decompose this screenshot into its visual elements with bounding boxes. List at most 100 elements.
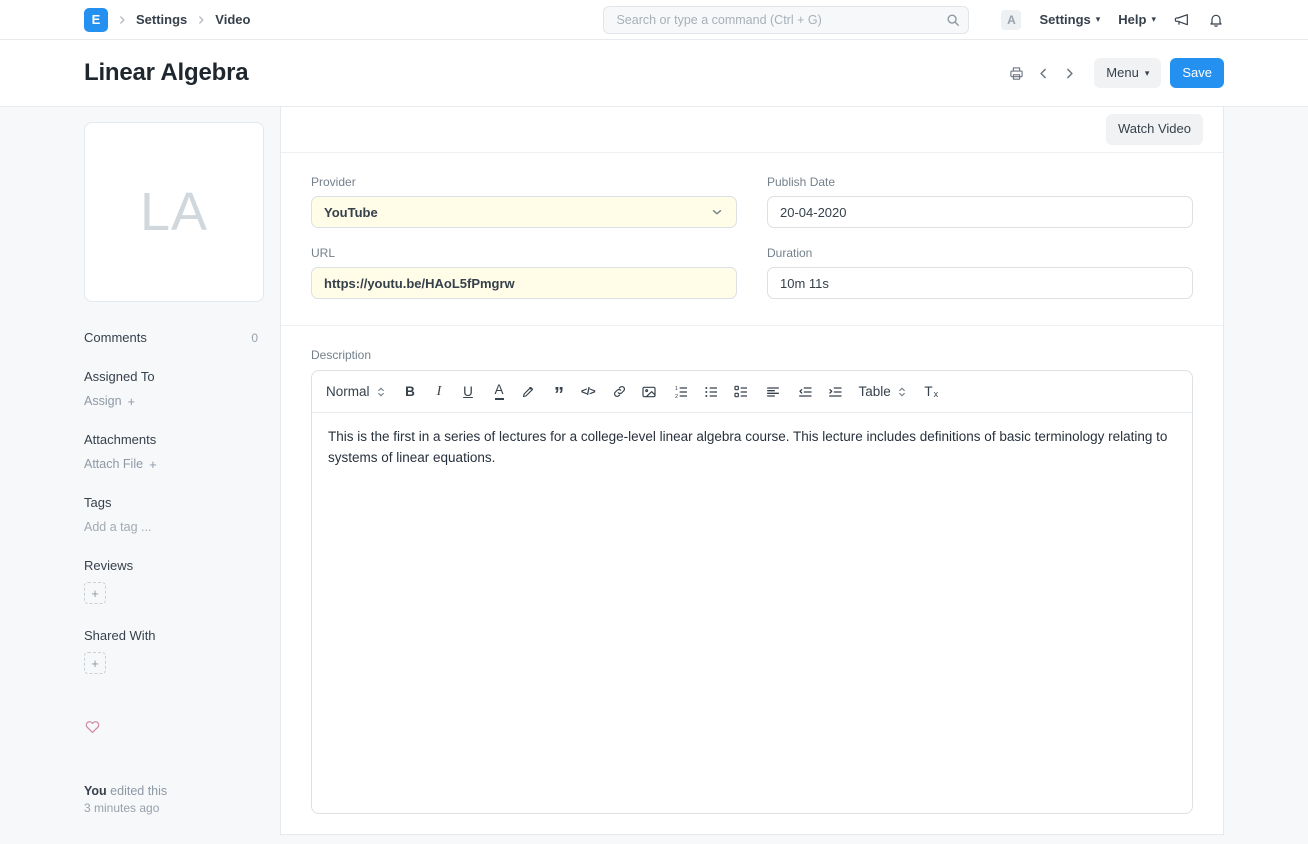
svg-text:2: 2 xyxy=(675,394,678,400)
editor-toolbar: Normal B I U xyxy=(312,371,1192,413)
image-icon[interactable] xyxy=(641,380,657,404)
description-editor-area[interactable]: This is the first in a series of lecture… xyxy=(312,413,1192,813)
url-label: URL xyxy=(311,246,737,260)
up-down-chevrons-icon xyxy=(896,386,908,398)
assign-button[interactable]: Assign + xyxy=(84,394,135,408)
assigned-to-heading: Assigned To xyxy=(84,369,264,384)
prev-document-button[interactable] xyxy=(1034,64,1053,83)
form-sidebar: LA Comments 0 Assigned To Assign + Attac… xyxy=(84,107,264,815)
clear-format-x: x xyxy=(934,389,939,399)
form-card: Watch Video Provider YouTube Pu xyxy=(280,107,1224,835)
url-field: URL xyxy=(311,246,737,299)
clear-format-t: T xyxy=(924,384,932,399)
page-head: Linear Algebra Menu ▾ Save xyxy=(0,40,1308,107)
avatar-letter: A xyxy=(1007,13,1016,27)
highlight-pen-icon[interactable] xyxy=(521,380,536,404)
duration-label: Duration xyxy=(767,246,1193,260)
attach-file-button[interactable]: Attach File + xyxy=(84,457,157,471)
up-down-chevrons-icon xyxy=(375,386,387,398)
comments-count: 0 xyxy=(251,331,258,345)
add-tag-input[interactable] xyxy=(84,520,264,534)
checklist-icon[interactable] xyxy=(733,380,749,404)
caret-down-icon: ▾ xyxy=(1151,15,1156,24)
last-edited-info: You edited this 3 minutes ago xyxy=(84,784,264,815)
text-color-icon[interactable]: A xyxy=(492,380,507,404)
description-section: Description Normal B xyxy=(281,326,1223,844)
plus-icon: + xyxy=(91,656,99,671)
comments-link[interactable]: Comments 0 xyxy=(84,330,264,345)
rich-text-editor: Normal B I U xyxy=(311,370,1193,814)
provider-value: YouTube xyxy=(324,205,378,220)
search-input[interactable] xyxy=(603,6,969,34)
settings-menu-label: Settings xyxy=(1039,12,1090,27)
save-button[interactable]: Save xyxy=(1170,58,1224,88)
video-details-section: Provider YouTube Publish Date xyxy=(281,153,1223,326)
app-window: E Settings Video A Settings xyxy=(0,0,1308,835)
url-input[interactable] xyxy=(311,267,737,299)
menu-button[interactable]: Menu ▾ xyxy=(1094,58,1161,88)
global-search xyxy=(603,6,969,34)
attachments-section: Attachments Attach File + xyxy=(84,432,264,471)
provider-field: Provider YouTube xyxy=(311,175,737,228)
document-image-initials: LA xyxy=(140,181,208,243)
bold-icon[interactable]: B xyxy=(403,380,418,404)
announcements-megaphone-icon[interactable] xyxy=(1174,12,1190,28)
italic-icon[interactable]: I xyxy=(432,380,447,404)
help-menu[interactable]: Help ▾ xyxy=(1118,12,1156,27)
indent-icon[interactable] xyxy=(827,380,843,404)
page-title: Linear Algebra xyxy=(84,59,248,87)
paragraph-style-select[interactable]: Normal xyxy=(326,380,387,404)
outdent-icon[interactable] xyxy=(797,380,813,404)
link-icon[interactable] xyxy=(612,380,627,404)
navbar: E Settings Video A Settings xyxy=(0,0,1308,40)
ordered-list-icon[interactable]: 12 xyxy=(673,380,689,404)
edited-action-text: edited this xyxy=(110,784,167,798)
print-button[interactable] xyxy=(1006,63,1027,84)
underline-icon[interactable]: U xyxy=(461,380,476,404)
table-menu[interactable]: Table xyxy=(859,380,908,404)
page-actions: Menu ▾ Save xyxy=(1006,58,1224,88)
settings-menu[interactable]: Settings ▾ xyxy=(1039,12,1100,27)
custom-actions-row: Watch Video xyxy=(281,107,1223,153)
provider-select[interactable]: YouTube xyxy=(311,196,737,228)
description-text: This is the first in a series of lecture… xyxy=(328,427,1176,469)
assign-label: Assign xyxy=(84,394,122,408)
attach-file-label: Attach File xyxy=(84,457,143,471)
shared-with-heading: Shared With xyxy=(84,628,264,643)
blockquote-icon[interactable]: ” xyxy=(552,380,567,404)
edited-timestamp: 3 minutes ago xyxy=(84,801,264,815)
duration-input[interactable] xyxy=(767,267,1193,299)
publish-date-input[interactable] xyxy=(767,196,1193,228)
add-share-button[interactable]: + xyxy=(84,652,106,674)
clear-format-icon[interactable]: T x xyxy=(924,380,939,404)
breadcrumb-video[interactable]: Video xyxy=(215,12,250,27)
svg-text:1: 1 xyxy=(675,386,678,392)
edited-line: You edited this xyxy=(84,784,264,798)
code-icon[interactable]: </> xyxy=(581,380,596,404)
document-image-placeholder[interactable]: LA xyxy=(84,122,264,302)
chevron-right-icon xyxy=(196,15,206,25)
watch-video-button[interactable]: Watch Video xyxy=(1106,114,1203,144)
app-logo-letter: E xyxy=(92,12,101,27)
caret-down-icon: ▾ xyxy=(1096,15,1101,24)
plus-icon: + xyxy=(149,458,157,471)
like-heart-icon[interactable] xyxy=(84,718,101,735)
bullet-list-icon[interactable] xyxy=(703,380,719,404)
add-review-button[interactable]: + xyxy=(84,582,106,604)
next-document-button[interactable] xyxy=(1060,64,1079,83)
tags-heading: Tags xyxy=(84,495,264,510)
notifications-bell-icon[interactable] xyxy=(1208,12,1224,28)
breadcrumb-settings[interactable]: Settings xyxy=(136,12,187,27)
app-logo[interactable]: E xyxy=(84,8,108,32)
publish-date-field: Publish Date xyxy=(767,175,1193,228)
user-avatar[interactable]: A xyxy=(1001,10,1021,30)
navbar-right-cluster: A Settings ▾ Help ▾ xyxy=(1001,10,1224,30)
chevron-right-icon xyxy=(117,15,127,25)
plus-icon: + xyxy=(128,395,136,408)
assigned-to-section: Assigned To Assign + xyxy=(84,369,264,408)
plus-icon: + xyxy=(91,586,99,601)
comments-label: Comments xyxy=(84,330,147,345)
description-label: Description xyxy=(311,348,1193,362)
duration-field: Duration xyxy=(767,246,1193,299)
align-left-icon[interactable] xyxy=(765,380,781,404)
